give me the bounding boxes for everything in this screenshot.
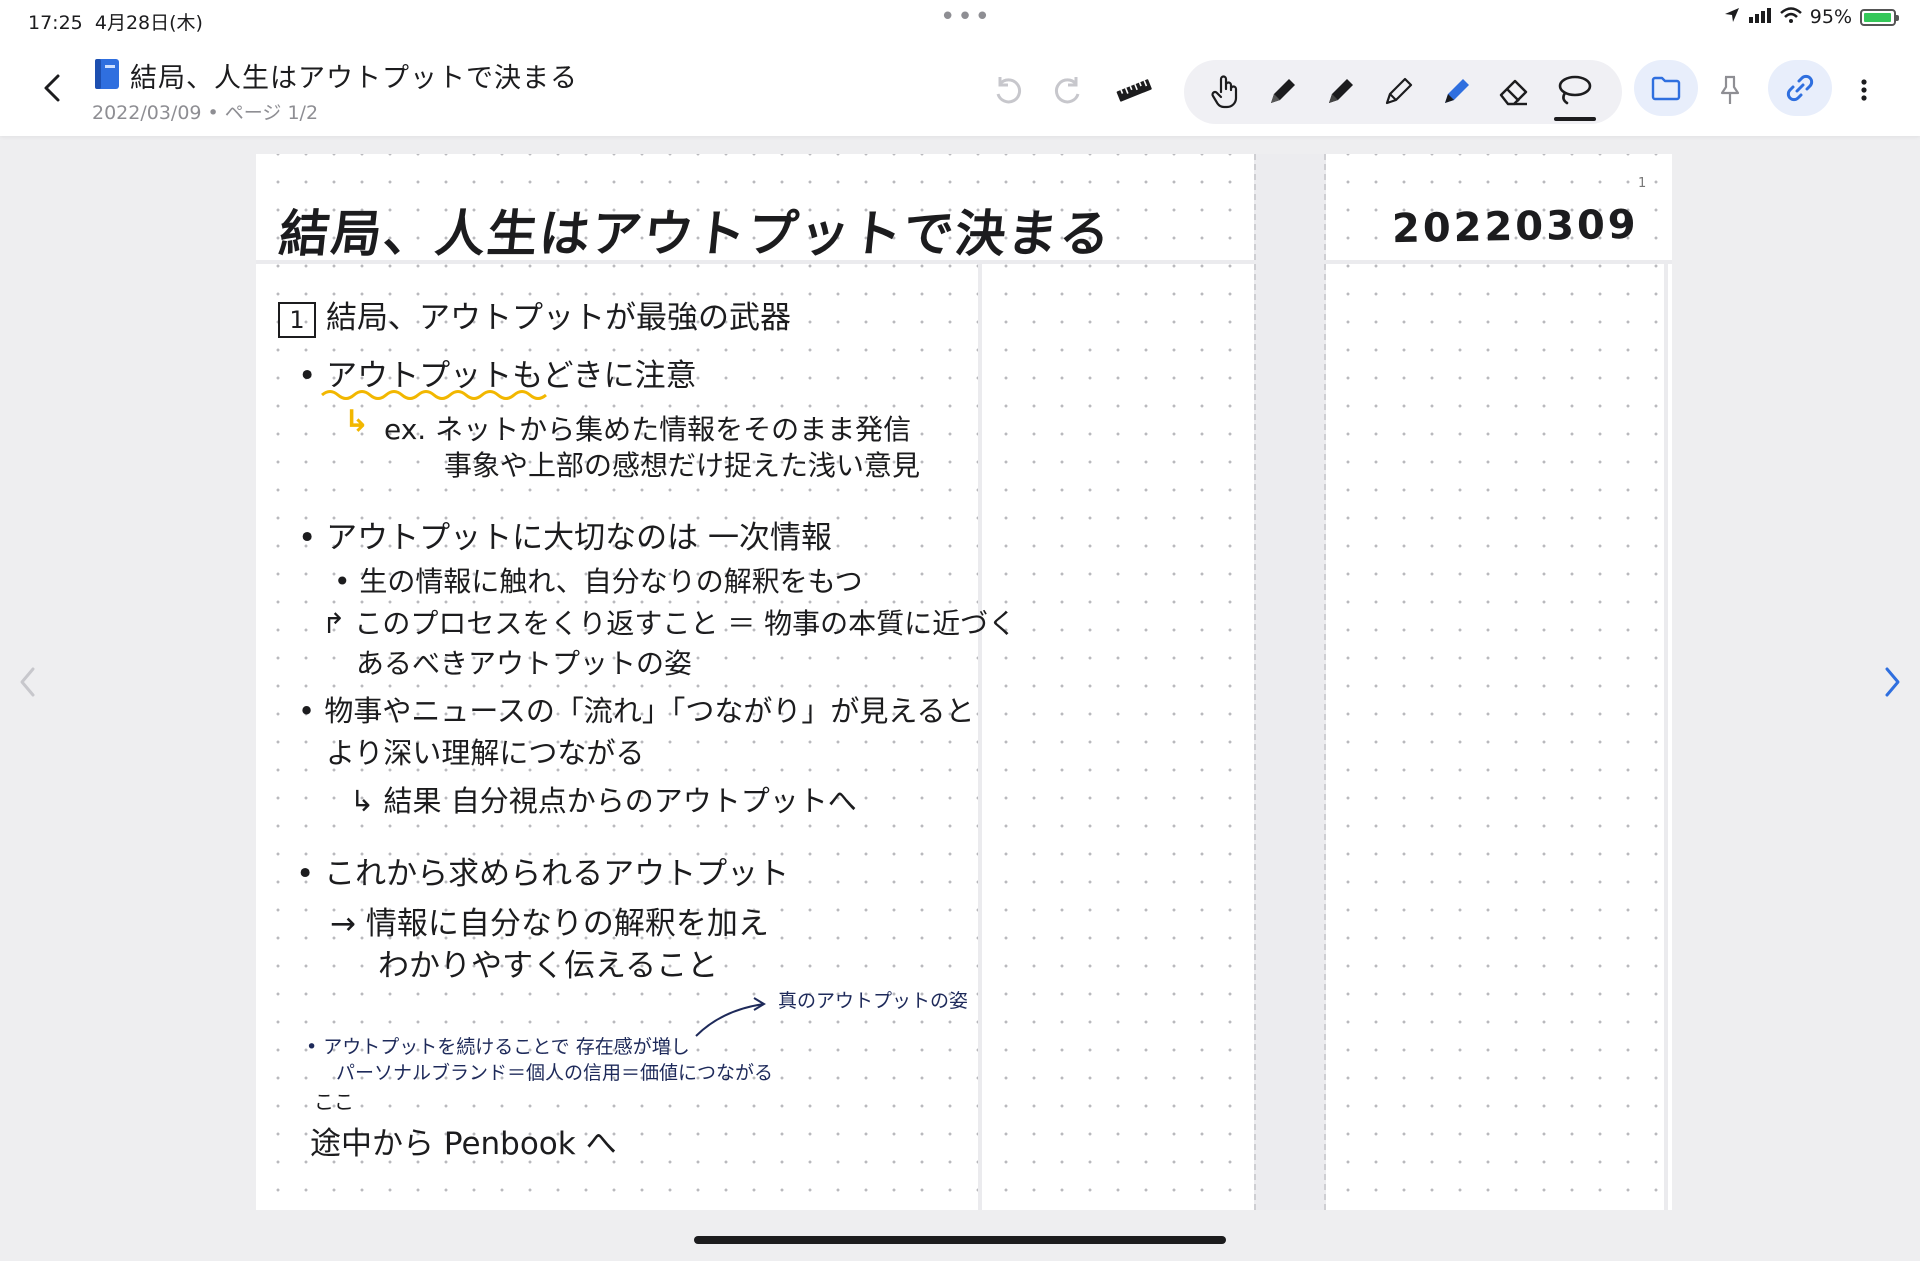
folder-button[interactable] (1642, 64, 1690, 112)
header-divider-right (1326, 260, 1672, 264)
highlighter-tool-button[interactable] (1434, 68, 1478, 116)
right-margin-line (1664, 262, 1668, 1210)
koko-mark: ここ (314, 1090, 354, 1114)
bullet-1-example-2: 事象や上部の感想だけ捉えた浅い意見 (444, 449, 921, 482)
note-date: 20220309 (1391, 201, 1640, 253)
status-indicators: 95% (1724, 6, 1899, 28)
pencil-tool-button[interactable] (1376, 68, 1420, 116)
small-note-1: • アウトプットを続けることで 存在感が増し (306, 1036, 690, 1058)
battery-percentage: 95% (1809, 6, 1852, 28)
page-gutter (1254, 154, 1326, 1210)
highlighter-icon (1445, 79, 1469, 103)
more-menu-button[interactable] (1846, 68, 1882, 112)
back-button[interactable] (32, 64, 72, 112)
hand-icon (1211, 75, 1238, 109)
status-time: 17:25 4月28日(木) (28, 8, 203, 35)
bullet-1-example: ex. ネットから集めた情報をそのまま発信 (384, 413, 912, 446)
chevron-right-icon (1885, 667, 1900, 697)
link-button[interactable] (1776, 64, 1824, 112)
yellow-squiggle-underline (321, 390, 547, 400)
bullet-4-line-3: わかりやすく伝えること (378, 948, 719, 984)
pin-icon (1720, 75, 1740, 104)
redo-icon (1054, 77, 1080, 104)
eraser-tool-button[interactable] (1492, 68, 1536, 116)
bullet-2-sub-3: あるべきアウトプットの姿 (356, 647, 693, 680)
pen-tool-button-2[interactable] (1318, 68, 1362, 116)
section-number-box: 1 (278, 301, 316, 338)
status-date: 4月28日(木) (94, 12, 203, 34)
pen-icon (1329, 79, 1353, 103)
bullet-3-result: ↳ 結果 自分視点からのアウトプットへ (350, 784, 857, 818)
pen-tool-button-1[interactable] (1260, 68, 1304, 116)
annotation-arrow (695, 997, 766, 1037)
document-subtitle: 2022/03/09 • ページ 1/2 (92, 102, 319, 124)
bullet-2-sub-2: ↱ このプロセスをくり返すこと ＝ 物事の本質に近づく (322, 607, 1017, 640)
small-note-2: パーソナルブランド＝個人の信用＝価値につながる (336, 1062, 774, 1084)
bullet-3-line-2: より深い理解につながる (326, 736, 645, 770)
undo-icon (996, 77, 1022, 104)
undo-button[interactable] (988, 68, 1028, 112)
bullet-4: • これから求められるアウトプット (296, 856, 790, 892)
bullet-2-sub-1: • 生の情報に触れ、自分なりの解釈をもつ (334, 565, 863, 598)
signal-icon (1748, 6, 1772, 28)
folder-icon (1651, 76, 1681, 101)
bullet-4-line-2: → 情報に自分なりの解釈を加え (330, 906, 769, 942)
location-icon (1724, 6, 1740, 28)
home-indicator[interactable] (694, 1236, 1226, 1244)
eraser-icon (1499, 79, 1528, 106)
lasso-tool-button[interactable] (1550, 64, 1598, 116)
document-title: 結局、人生はアウトプットで決まる (130, 63, 578, 94)
column-divider (978, 262, 982, 1210)
ruler-icon (1116, 79, 1152, 102)
annotation-true-output: 真のアウトプットの姿 (778, 990, 969, 1012)
wifi-icon (1779, 6, 1802, 28)
pen-icon (1271, 79, 1295, 103)
bullet-2: • アウトプットに大切なのは 一次情報 (298, 520, 832, 556)
hand-tool-button[interactable] (1204, 68, 1248, 116)
section-heading: 1 結局、アウトプットが最強の武器 (278, 292, 791, 338)
lasso-icon (1558, 75, 1592, 105)
bullet-3: • 物事やニュースの「流れ」「つながり」が見えると (298, 694, 975, 728)
selected-tool-indicator (1554, 117, 1596, 121)
multitasking-dots-icon[interactable]: ••• (940, 2, 992, 32)
battery-icon (1860, 8, 1899, 26)
more-vertical-icon (1861, 79, 1867, 101)
last-line: 途中から Penbook へ (310, 1126, 617, 1162)
notebook-page-right[interactable] (1326, 154, 1672, 1210)
top-app-bar: 17:25 4月28日(木) ••• 95% 結局、人生はアウトプットで決まる … (0, 0, 1920, 136)
status-clock: 17:25 (28, 12, 83, 34)
pin-button[interactable] (1710, 66, 1750, 114)
redo-button[interactable] (1048, 68, 1088, 112)
chevron-left-icon (20, 667, 35, 697)
document-title-row[interactable]: 結局、人生はアウトプットで決まる (92, 56, 578, 95)
section-title: 結局、アウトプットが最強の武器 (326, 300, 791, 336)
ruler-button[interactable] (1110, 68, 1158, 112)
back-chevron-icon (44, 74, 60, 102)
previous-page-button[interactable] (8, 658, 48, 706)
next-page-button[interactable] (1872, 658, 1912, 706)
page-number: 1 (1638, 176, 1647, 191)
blue-notebook-icon (92, 57, 122, 95)
link-icon (1786, 74, 1814, 102)
note-title: 結局、人生はアウトプットで決まる (276, 205, 1115, 263)
yellow-arrow: ↳ (344, 404, 370, 439)
pencil-icon (1385, 77, 1413, 105)
